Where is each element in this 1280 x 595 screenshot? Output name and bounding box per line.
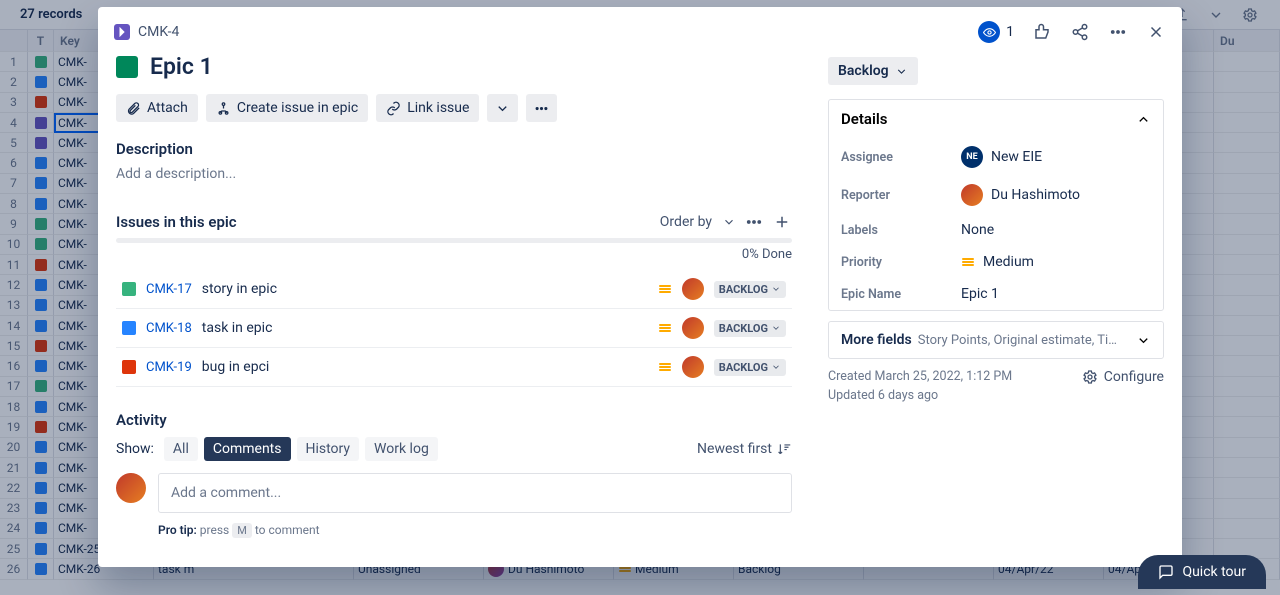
progress-bar — [116, 238, 792, 243]
close-icon[interactable] — [1146, 22, 1166, 42]
avatar — [961, 184, 983, 206]
show-label: Show: — [116, 441, 154, 457]
issue-link[interactable]: CMK-18 — [146, 321, 192, 336]
issue-link[interactable]: CMK-17 — [146, 282, 192, 297]
breadcrumb[interactable]: CMK-4 — [114, 24, 179, 40]
more-fields-panel[interactable]: More fieldsStory Points, Original estima… — [828, 321, 1164, 359]
priority-field[interactable]: PriorityMedium — [829, 246, 1163, 278]
tab-history[interactable]: History — [297, 437, 360, 461]
attach-button[interactable]: Attach — [116, 94, 198, 122]
details-panel: Details AssigneeNENew EIE ReporterDu Has… — [828, 99, 1164, 311]
priority-medium-icon — [658, 324, 672, 332]
thumbs-up-icon[interactable] — [1032, 22, 1052, 42]
description-field[interactable]: Add a description... — [116, 166, 792, 182]
assignee-field[interactable]: AssigneeNENew EIE — [829, 138, 1163, 176]
eye-icon — [978, 21, 1000, 43]
issue-summary: task in epic — [202, 320, 648, 336]
epic-name-field[interactable]: Epic NameEpic 1 — [829, 278, 1163, 310]
issue-type-icon — [122, 282, 136, 296]
more-icon[interactable] — [1108, 22, 1128, 42]
priority-medium-icon — [658, 285, 672, 293]
issue-key: CMK-4 — [138, 24, 179, 40]
issue-title[interactable]: Epic 1 — [150, 53, 213, 80]
created-text: Created March 25, 2022, 1:12 PM — [828, 369, 1012, 384]
add-issue-icon[interactable] — [772, 212, 792, 232]
issue-summary: story in epic — [202, 281, 648, 297]
avatar — [116, 473, 146, 503]
configure-button[interactable]: Configure — [1082, 369, 1164, 385]
link-issue-button[interactable]: Link issue — [376, 94, 479, 122]
watch-button[interactable]: 1 — [978, 21, 1014, 43]
tab-worklog[interactable]: Work log — [365, 437, 438, 461]
issue-modal: CMK-4 1 Epic 1 Attach Create issue in ep… — [98, 7, 1182, 567]
avatar — [682, 356, 704, 378]
status-dropdown[interactable]: Backlog — [828, 57, 918, 85]
tab-comments[interactable]: Comments — [204, 437, 291, 461]
comment-input[interactable]: Add a comment... — [158, 473, 792, 513]
avatar — [682, 278, 704, 300]
share-icon[interactable] — [1070, 22, 1090, 42]
quick-tour-button[interactable]: Quick tour — [1138, 555, 1266, 589]
issues-heading: Issues in this epic — [116, 213, 237, 231]
status-pill[interactable]: BACKLOG — [714, 320, 786, 337]
issue-link[interactable]: CMK-19 — [146, 360, 192, 375]
more-actions-button[interactable] — [526, 94, 557, 122]
watcher-count: 1 — [1006, 24, 1014, 40]
priority-medium-icon — [658, 363, 672, 371]
issue-type-icon — [122, 360, 136, 374]
issue-summary: bug in epci — [202, 359, 648, 375]
done-label: 0% Done — [116, 247, 792, 262]
order-by-dropdown[interactable]: Order by — [660, 214, 736, 230]
create-issue-button[interactable]: Create issue in epic — [206, 94, 368, 122]
epic-icon — [114, 24, 130, 40]
avatar: NE — [961, 146, 983, 168]
labels-field[interactable]: LabelsNone — [829, 214, 1163, 246]
link-dropdown-button[interactable] — [487, 94, 518, 122]
activity-heading: Activity — [116, 411, 792, 429]
issues-more-icon[interactable] — [744, 212, 764, 232]
status-pill[interactable]: BACKLOG — [714, 359, 786, 376]
avatar — [682, 317, 704, 339]
description-heading: Description — [116, 140, 792, 158]
issue-type-icon — [122, 321, 136, 335]
epic-issue-row[interactable]: CMK-17 story in epic BACKLOG — [116, 270, 792, 309]
updated-text: Updated 6 days ago — [828, 388, 1012, 403]
reporter-field[interactable]: ReporterDu Hashimoto — [829, 176, 1163, 214]
status-pill[interactable]: BACKLOG — [714, 281, 786, 298]
protip-text: Pro tip: press M to comment — [158, 523, 792, 537]
priority-medium-icon — [961, 258, 975, 266]
epic-issue-row[interactable]: CMK-19 bug in epci BACKLOG — [116, 348, 792, 387]
epic-issue-row[interactable]: CMK-18 task in epic BACKLOG — [116, 309, 792, 348]
epic-color-swatch[interactable] — [116, 56, 138, 78]
tab-all[interactable]: All — [164, 437, 198, 461]
sort-newest-button[interactable]: Newest first — [697, 441, 792, 457]
details-toggle[interactable]: Details — [829, 100, 1163, 138]
